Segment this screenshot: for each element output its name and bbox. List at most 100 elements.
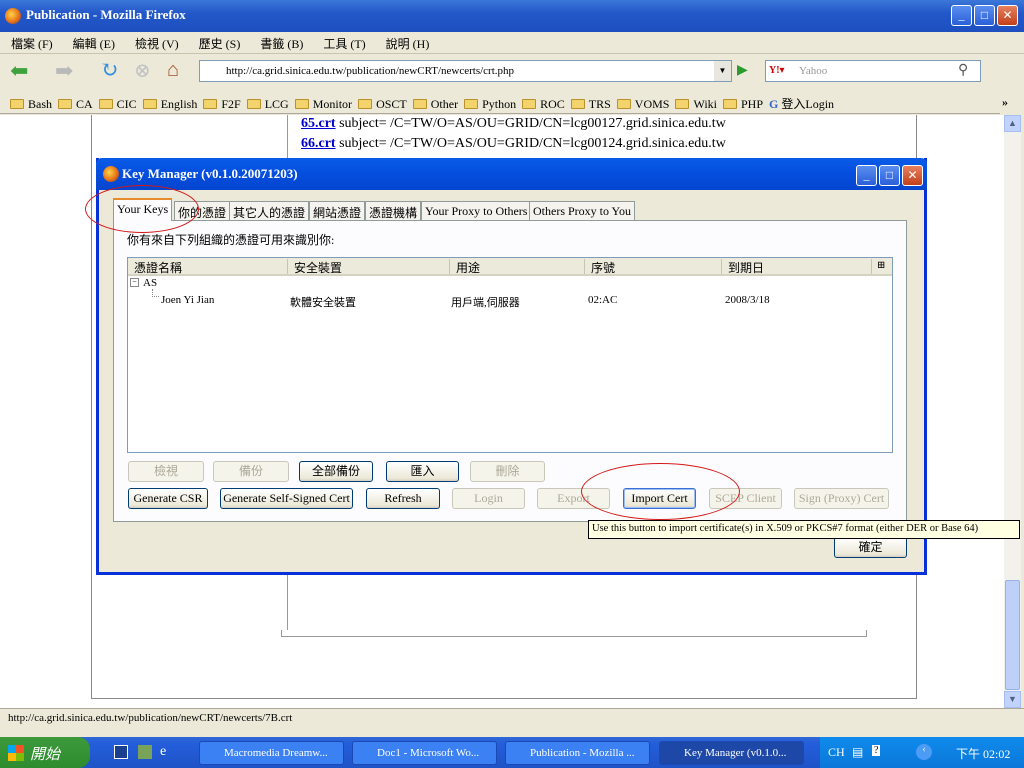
cert-expires: 2008/3/18 (725, 294, 770, 306)
refresh-button[interactable]: Refresh (366, 488, 440, 509)
bookmark-folder[interactable]: Bash (10, 97, 52, 112)
backup-button[interactable]: 備份 (213, 461, 289, 482)
dialog-maximize-button[interactable]: □ (879, 165, 900, 186)
scroll-thumb[interactable] (1005, 580, 1020, 690)
menu-file[interactable]: 檔案 (F) (0, 32, 62, 52)
close-button[interactable]: ✕ (997, 5, 1018, 26)
tab-authorities[interactable]: 憑證機構 (365, 201, 422, 220)
tray-expand-icon[interactable]: ‹ (916, 744, 932, 760)
backup-all-button[interactable]: 全部備份 (299, 461, 373, 482)
cert-link[interactable]: 65.crt (301, 116, 336, 131)
tab-others-certs[interactable]: 其它人的憑證 (229, 201, 310, 220)
dialog-close-button[interactable]: ✕ (902, 165, 923, 186)
forward-icon[interactable]: ➡ (55, 60, 73, 82)
tab-your-proxy[interactable]: Your Proxy to Others (421, 201, 532, 220)
system-tray: CH ▤ ? ‹ 下午 02:02 (820, 737, 1024, 768)
cert-link[interactable]: 66.crt (301, 136, 336, 151)
task-dreamweaver[interactable]: Macromedia Dreamw... (199, 741, 344, 765)
keyboard-icon[interactable]: ▤ (852, 745, 863, 760)
start-label: 開始 (30, 747, 61, 763)
bookmark-label: ROC (540, 97, 565, 111)
menu-help[interactable]: 說明 (H) (375, 32, 439, 52)
tab-your-keys[interactable]: Your Keys (113, 198, 173, 221)
delete-button[interactable]: 刪除 (470, 461, 545, 482)
quicklaunch-desktop-icon[interactable] (114, 745, 128, 759)
column-header-device[interactable]: 安全裝置 (288, 259, 450, 275)
bookmark-folder[interactable]: Other (412, 97, 458, 112)
windows-logo-icon (8, 745, 24, 761)
bookmark-folder[interactable]: CIC (98, 97, 137, 112)
task-word[interactable]: Doc1 - Microsoft Wo... (352, 741, 497, 765)
home-icon[interactable]: ⌂ (167, 59, 179, 81)
bookmark-label: PHP (741, 97, 764, 111)
folder-icon (675, 99, 690, 109)
bookmark-folder[interactable]: Wiki (675, 97, 717, 112)
scroll-down-button[interactable]: ▼ (1004, 691, 1021, 708)
bookmark-folder[interactable]: ROC (522, 97, 565, 112)
folder-icon (464, 99, 479, 109)
dialog-title-bar: Key Manager (v0.1.0.20071203) (96, 158, 927, 190)
menu-history[interactable]: 歷史 (S) (188, 32, 250, 52)
ok-button[interactable]: 確定 (834, 537, 907, 558)
generate-csr-button[interactable]: Generate CSR (128, 488, 208, 509)
scroll-up-button[interactable]: ▲ (1004, 115, 1021, 132)
bookmark-folder[interactable]: TRS (570, 97, 611, 112)
column-header-expires[interactable]: 到期日 (722, 259, 872, 275)
yahoo-engine-icon[interactable]: Y!▾ (769, 65, 785, 76)
bookmark-folder[interactable]: Python (464, 97, 516, 112)
search-icon[interactable]: ⚲ (958, 62, 968, 79)
reload-icon[interactable]: ↻ (100, 59, 118, 81)
folder-icon (358, 99, 373, 109)
search-input[interactable]: Yahoo (765, 60, 981, 82)
import-button[interactable]: 匯入 (386, 461, 459, 482)
tree-group-as[interactable]: AS (143, 277, 157, 289)
quicklaunch-app-icon[interactable] (138, 745, 152, 759)
column-header-name[interactable]: 憑證名稱 (128, 259, 288, 275)
tab-others-proxy[interactable]: Others Proxy to You (529, 201, 636, 220)
bookmark-folder[interactable]: LCG (246, 97, 289, 112)
url-dropdown-icon[interactable]: ▼ (714, 61, 731, 81)
task-firefox[interactable]: Publication - Mozilla ... (505, 741, 650, 765)
bookmark-folder[interactable]: VOMS (616, 97, 670, 112)
folder-icon (294, 99, 309, 109)
bookmark-folder[interactable]: PHP (723, 97, 763, 112)
bookmark-login[interactable]: G 登入Login (769, 95, 834, 112)
quicklaunch-ie-icon[interactable]: e (160, 744, 166, 760)
url-input[interactable]: http://ca.grid.sinica.edu.tw/publication… (199, 60, 732, 82)
dialog-minimize-button[interactable]: _ (856, 165, 877, 186)
maximize-button[interactable]: □ (974, 5, 995, 26)
column-picker-icon[interactable]: ⊞ (877, 260, 885, 271)
column-header-serial[interactable]: 序號 (585, 259, 722, 275)
bookmark-folder[interactable]: Monitor (294, 97, 352, 112)
stop-icon[interactable]: ⊗ (134, 60, 151, 82)
column-header-usage[interactable]: 用途 (450, 259, 585, 275)
cert-tree[interactable] (127, 257, 893, 453)
bookmarks-overflow-icon[interactable]: » (1002, 95, 1008, 110)
collapse-icon[interactable]: − (130, 278, 139, 287)
bookmark-folder[interactable]: OSCT (358, 97, 407, 112)
folder-icon (616, 99, 631, 109)
minimize-button[interactable]: _ (951, 5, 972, 26)
bookmark-label: VOMS (634, 97, 670, 111)
bookmark-label: Python (482, 97, 517, 111)
bookmark-folder[interactable]: F2F (203, 97, 241, 112)
back-icon[interactable]: ⬅ (10, 60, 28, 82)
menu-bar: 檔案 (F) 編輯 (E) 檢視 (V) 歷史 (S) 書籤 (B) 工具 (T) 說明 (… (0, 32, 1024, 54)
menu-bookmarks[interactable]: 書籤 (B) (249, 32, 312, 52)
tab-website-certs[interactable]: 網站憑證 (309, 201, 366, 220)
help-icon[interactable]: ? (872, 745, 881, 756)
menu-edit[interactable]: 編輯 (E) (62, 32, 124, 52)
menu-view[interactable]: 檢視 (V) (124, 32, 188, 52)
view-button[interactable]: 檢視 (128, 461, 204, 482)
go-icon[interactable]: ▶ (737, 62, 748, 79)
table-row[interactable]: Joen Yi Jian 軟體安全裝置 用戶端,伺服器 02:AC 2008/3… (128, 294, 892, 310)
task-key-manager[interactable]: Key Manager (v0.1.0... (659, 741, 804, 765)
menu-tools[interactable]: 工具 (T) (312, 32, 374, 52)
status-text: http://ca.grid.sinica.edu.tw/publication… (8, 712, 293, 724)
language-indicator[interactable]: CH (828, 745, 845, 759)
bookmark-folder[interactable]: CA (58, 97, 93, 112)
sign-proxy-cert-button[interactable]: Sign (Proxy) Cert (794, 488, 889, 509)
generate-self-signed-button[interactable]: Generate Self-Signed Cert (220, 488, 353, 509)
login-button[interactable]: Login (452, 488, 525, 509)
bookmark-folder[interactable]: English (142, 97, 197, 112)
